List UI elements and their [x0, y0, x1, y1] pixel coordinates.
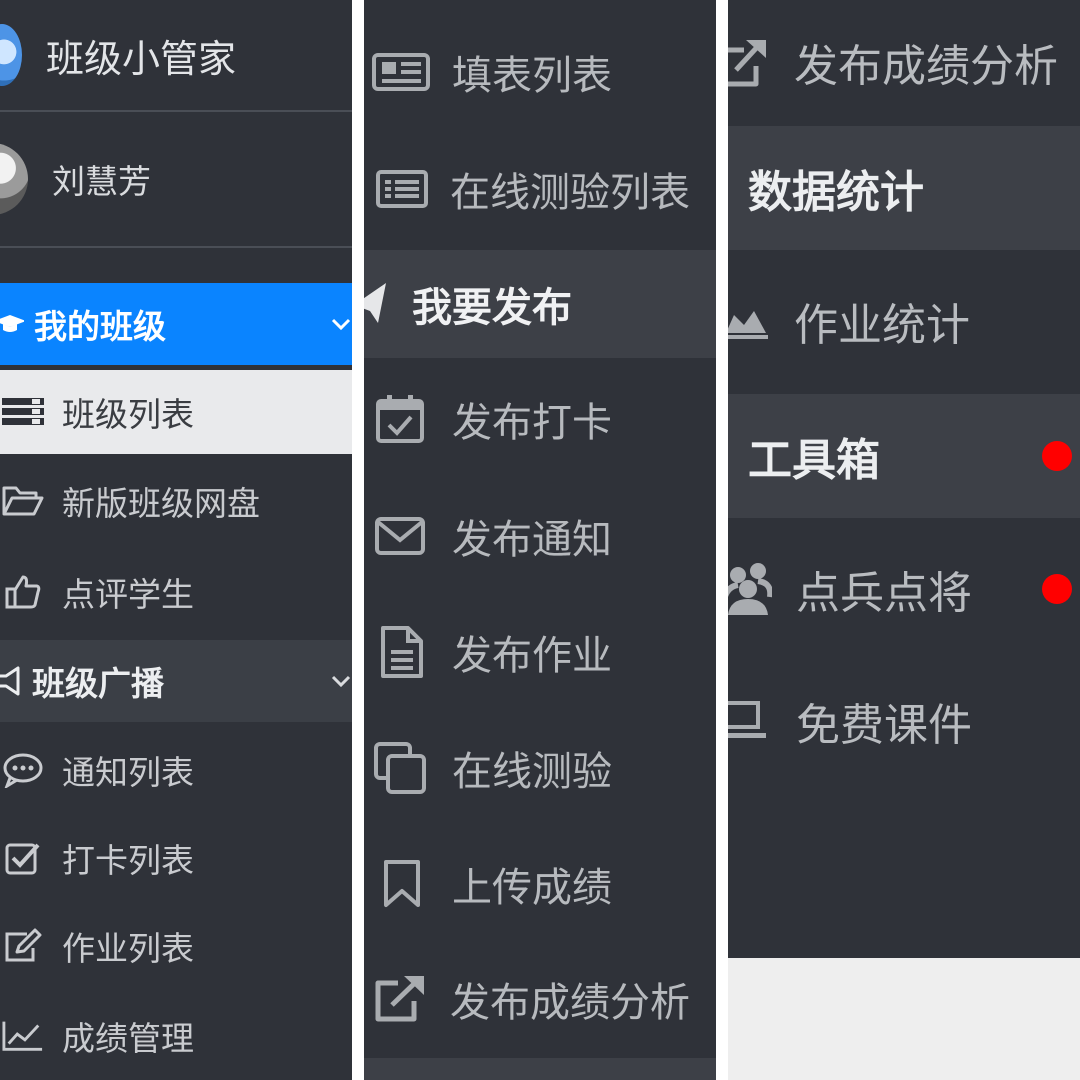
folder-open-icon — [2, 484, 44, 518]
sidebar-item-comment-students[interactable]: 点评学生 — [0, 548, 352, 636]
line-chart-icon — [2, 1019, 44, 1053]
sidebar-item-label: 作业统计 — [794, 300, 970, 351]
sidebar-item-label: 在线测验列表 — [450, 170, 690, 216]
sidebar-item-form-list[interactable]: 填表列表 — [364, 14, 716, 130]
sidebar-item-label: 班级列表 — [62, 395, 194, 434]
edit-icon — [2, 928, 44, 964]
graduation-cap-icon — [0, 312, 24, 336]
sidebar-item-label: 发布成绩分析 — [450, 980, 690, 1026]
users-icon — [728, 561, 772, 617]
external-link-icon — [372, 973, 428, 1025]
chat-bubble-icon — [2, 752, 44, 788]
sidebar-item-label: 通知列表 — [62, 753, 194, 792]
sidebar-item-quiz-list[interactable]: 在线测验列表 — [364, 130, 716, 248]
megaphone-icon — [0, 666, 22, 696]
sidebar-item-label: 打卡列表 — [62, 841, 194, 880]
user-name: 刘慧芳 — [52, 162, 151, 201]
nav-group-publish[interactable]: 我要发布 — [364, 250, 716, 358]
next-group-edge — [364, 1058, 716, 1080]
nav-group-data-statistics[interactable]: 数据统计 — [728, 126, 1080, 250]
sidebar-item-publish-checkin[interactable]: 发布打卡 — [364, 362, 716, 476]
divider — [0, 246, 352, 248]
sidebar-item-upload-scores[interactable]: 上传成绩 — [364, 826, 716, 942]
sidebar-item-homework-statistics[interactable]: 作业统计 — [728, 256, 1080, 386]
bookmark-icon — [376, 859, 428, 909]
sidebar-item-random-pick[interactable]: 点兵点将 — [728, 524, 1080, 654]
sidebar-left: 班级小管家 刘慧芳 我的班级 班级列表 新版班级网盘 点评学生 班级广播 通知列… — [0, 0, 352, 1080]
external-link-icon — [728, 36, 768, 88]
content-area-edge — [728, 958, 1080, 1080]
copy-icon — [372, 741, 428, 795]
nav-group-label: 班级广播 — [32, 664, 164, 703]
sidebar-item-publish-score-analysis[interactable]: 发布成绩分析 — [364, 942, 716, 1056]
sidebar-item-notice-list[interactable]: 通知列表 — [0, 726, 352, 814]
nav-group-my-class[interactable]: 我的班级 — [0, 283, 352, 365]
laptop-icon — [728, 699, 772, 743]
sidebar-item-label: 填表列表 — [452, 53, 612, 99]
sidebar-item-online-quiz[interactable]: 在线测验 — [364, 710, 716, 826]
sidebar-item-label: 成绩管理 — [62, 1019, 194, 1058]
sidebar-item-class-list[interactable]: 班级列表 — [0, 370, 352, 454]
nav-group-label: 工具箱 — [748, 435, 880, 486]
sidebar-item-label: 点评学生 — [62, 575, 194, 614]
thumbs-up-icon — [2, 573, 44, 611]
chevron-down-icon[interactable] — [330, 673, 352, 689]
sidebar-item-label: 发布通知 — [452, 517, 612, 563]
notification-dot — [1042, 441, 1072, 471]
sidebar-item-checkin-list[interactable]: 打卡列表 — [0, 814, 352, 902]
sidebar-item-publish-homework[interactable]: 发布作业 — [364, 594, 716, 710]
area-chart-icon — [728, 301, 772, 341]
nav-group-class-broadcast[interactable]: 班级广播 — [0, 640, 352, 722]
sidebar-item-label: 作业列表 — [62, 929, 194, 968]
sidebar-item-homework-list[interactable]: 作业列表 — [0, 902, 352, 990]
user-avatar — [0, 143, 28, 215]
newspaper-icon — [370, 52, 432, 92]
file-text-icon — [376, 625, 428, 679]
sidebar-item-label: 新版班级网盘 — [62, 484, 260, 523]
nav-group-label: 我要发布 — [412, 285, 572, 331]
sidebar-item-publish-notice[interactable]: 发布通知 — [364, 478, 716, 594]
globe-logo-icon — [0, 24, 22, 86]
nav-group-label: 数据统计 — [748, 167, 924, 218]
sidebar-item-label: 发布成绩分析 — [794, 41, 1058, 92]
sidebar-item-label: 发布打卡 — [452, 400, 612, 446]
list-alt-icon — [374, 169, 430, 209]
nav-group-label: 我的班级 — [34, 307, 166, 346]
sidebar-right: 发布成绩分析 数据统计 作业统计 工具箱 点兵点将 免费课件 — [728, 0, 1080, 958]
calendar-check-icon — [374, 393, 426, 445]
sidebar-item-label: 在线测验 — [452, 749, 612, 795]
chevron-down-icon[interactable] — [330, 316, 352, 332]
sidebar-middle: 填表列表 在线测验列表 我要发布 发布打卡 发布通知 发布作业 在线测验 上传成… — [364, 0, 716, 1080]
checkbox-icon — [2, 840, 44, 876]
app-title: 班级小管家 — [46, 36, 237, 81]
sidebar-item-publish-score-analysis[interactable]: 发布成绩分析 — [728, 0, 1080, 124]
sidebar-item-label: 发布作业 — [452, 633, 612, 679]
sidebar-item-label: 上传成绩 — [452, 865, 612, 911]
sidebar-item-free-courseware[interactable]: 免费课件 — [728, 656, 1080, 786]
brand-header[interactable]: 班级小管家 — [0, 0, 352, 110]
user-profile[interactable]: 刘慧芳 — [0, 112, 352, 246]
nav-group-toolbox[interactable]: 工具箱 — [728, 394, 1080, 518]
list-icon — [2, 396, 44, 428]
sidebar-item-class-drive[interactable]: 新版班级网盘 — [0, 458, 352, 544]
envelope-icon — [374, 516, 426, 556]
paper-plane-icon — [364, 281, 388, 327]
sidebar-item-score-management[interactable]: 成绩管理 — [0, 992, 352, 1080]
sidebar-item-label: 点兵点将 — [796, 568, 972, 619]
sidebar-item-label: 免费课件 — [796, 700, 972, 751]
notification-dot — [1042, 574, 1072, 604]
